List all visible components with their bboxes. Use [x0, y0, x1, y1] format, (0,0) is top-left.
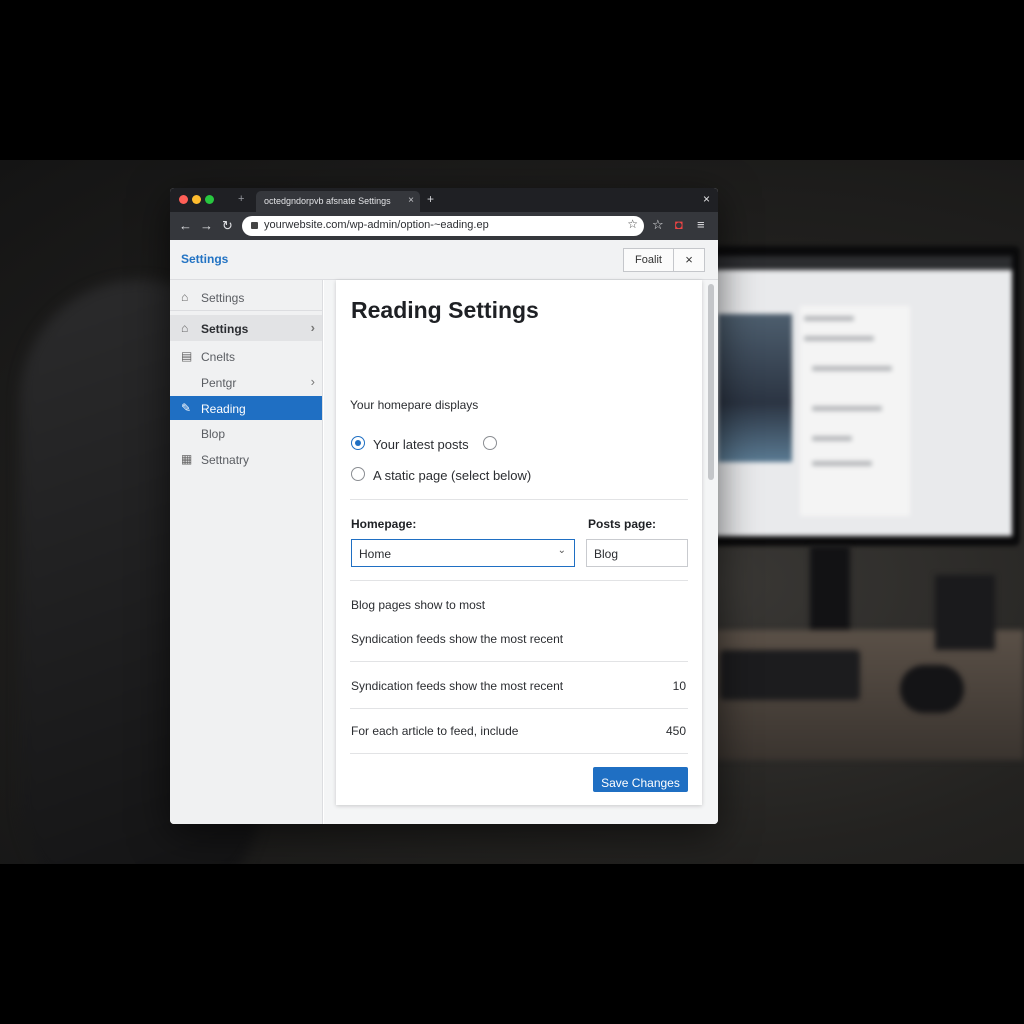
menu-icon[interactable]: ≡ — [697, 217, 705, 232]
tab-title: octedgndorpvb afsnate Settings — [264, 196, 391, 206]
sidebar-item-label: Settings — [201, 322, 249, 336]
home-icon: ⌂ — [181, 321, 189, 335]
lock-icon — [251, 222, 258, 229]
browser-toolbar: ← → ↻ yourwebsite.com/wp-admin/option-~e… — [170, 212, 718, 240]
header-close-button[interactable]: × — [673, 248, 705, 272]
sidebar-item-blop[interactable]: Blop — [170, 420, 322, 446]
sidebar-item-label: Settnatry — [201, 453, 250, 467]
feed-article-label: For each article to feed, include — [351, 724, 519, 738]
extension-badge-icon[interactable]: ◘ — [675, 217, 683, 232]
syndication-value[interactable]: 10 — [636, 679, 686, 693]
back-icon[interactable]: ← — [179, 218, 192, 233]
sidebar-item-label: Reading — [201, 402, 246, 416]
syndication-label-1: Syndication feeds show the most recent — [351, 632, 564, 646]
sidebar-item-label: Settings — [201, 291, 245, 305]
posts-page-label: Posts page: — [588, 517, 657, 531]
extra-radio[interactable] — [483, 436, 497, 450]
sidebar-item-reading[interactable]: ✎ Reading — [170, 396, 322, 420]
divider — [350, 753, 688, 754]
settings-heading: Reading Settings — [351, 297, 539, 323]
divider — [350, 580, 688, 581]
homepage-select[interactable]: Home ⌄ — [351, 539, 575, 567]
static-page-radio[interactable] — [351, 467, 365, 481]
blog-pages-label: Blog pages show to most — [351, 598, 486, 612]
posts-page-input[interactable]: Blog — [586, 539, 688, 567]
divider — [350, 499, 688, 500]
blurred-keyboard — [720, 650, 860, 700]
media-icon: ▤ — [181, 349, 193, 363]
url-text: yourwebsite.com/wp-admin/option-~eading.… — [264, 219, 489, 231]
sidebar-item-settings-active[interactable]: ⌂ Settings › — [170, 315, 322, 341]
forward-icon[interactable]: → — [200, 218, 213, 233]
posts-page-value: Blog — [594, 547, 619, 561]
app-header: Settings Foalit × — [170, 240, 718, 280]
chevron-right-icon: › — [310, 374, 315, 389]
static-page-label[interactable]: A static page (select below) — [373, 468, 531, 483]
latest-posts-label[interactable]: Your latest posts — [373, 437, 469, 452]
minimize-traffic-light[interactable] — [192, 195, 201, 204]
extensions-icon[interactable]: ☆ — [652, 217, 664, 233]
reload-icon[interactable]: ↻ — [222, 218, 233, 234]
new-tab-button[interactable]: + — [427, 192, 434, 206]
plus-icon[interactable]: + — [238, 193, 244, 205]
sidebar-item-pentgr[interactable]: Pentgr › — [170, 369, 322, 395]
tab-close-icon[interactable]: × — [408, 195, 414, 206]
blurred-mouse — [900, 665, 964, 713]
sidebar-item-label: Blop — [201, 427, 226, 441]
close-traffic-light[interactable] — [179, 195, 188, 204]
homepage-select-value: Home — [359, 547, 392, 561]
bookmark-star-icon[interactable]: ☆ — [627, 217, 638, 231]
main-content: Reading Settings Your homepare displays … — [324, 280, 718, 824]
sidebar-item-cnelts[interactable]: ▤ Cnelts — [170, 343, 322, 369]
sidebar: ⌂ Settings ⌂ Settings › ▤ Cnelts Pentgr … — [170, 280, 323, 824]
sidebar-item-label: Cnelts — [201, 350, 236, 364]
chevron-right-icon: › — [310, 320, 315, 335]
feed-article-value[interactable]: 450 — [636, 724, 686, 738]
chevron-down-icon: ⌄ — [557, 545, 566, 556]
settings-card: Reading Settings Your homepare displays … — [336, 280, 702, 805]
window-close-icon[interactable]: × — [703, 192, 710, 206]
scrollbar[interactable] — [708, 284, 714, 480]
blurred-monitor-stand — [810, 546, 850, 636]
blurred-monitor-screen — [712, 256, 1012, 536]
latest-posts-radio[interactable] — [351, 436, 365, 450]
maximize-traffic-light[interactable] — [205, 195, 214, 204]
tools-icon: ▦ — [181, 452, 193, 466]
divider — [350, 708, 688, 709]
tab-bar: + octedgndorpvb afsnate Settings × + × — [170, 188, 718, 212]
divider — [350, 661, 688, 662]
page-title: Settings — [181, 252, 229, 266]
home-icon: ⌂ — [181, 290, 189, 304]
sidebar-item-settnatry[interactable]: ▦ Settnatry — [170, 446, 322, 472]
reading-icon: ✎ — [181, 401, 192, 415]
browser-tab[interactable]: octedgndorpvb afsnate Settings × — [256, 191, 420, 212]
syndication-label-2: Syndication feeds show the most recent — [351, 679, 564, 693]
address-bar[interactable]: yourwebsite.com/wp-admin/option-~eading.… — [242, 216, 644, 236]
homepage-label: Homepage: — [351, 517, 417, 531]
sidebar-item-label: Pentgr — [201, 376, 237, 390]
browser-window: + octedgndorpvb afsnate Settings × + × ←… — [170, 188, 718, 824]
sidebar-item-settings[interactable]: ⌂ Settings — [170, 284, 322, 310]
homepage-displays-label: Your homepare displays — [350, 398, 479, 412]
save-changes-button[interactable]: Save Changes — [593, 767, 688, 792]
header-action-button[interactable]: Foalit — [623, 248, 674, 272]
blurred-speaker — [935, 575, 995, 650]
